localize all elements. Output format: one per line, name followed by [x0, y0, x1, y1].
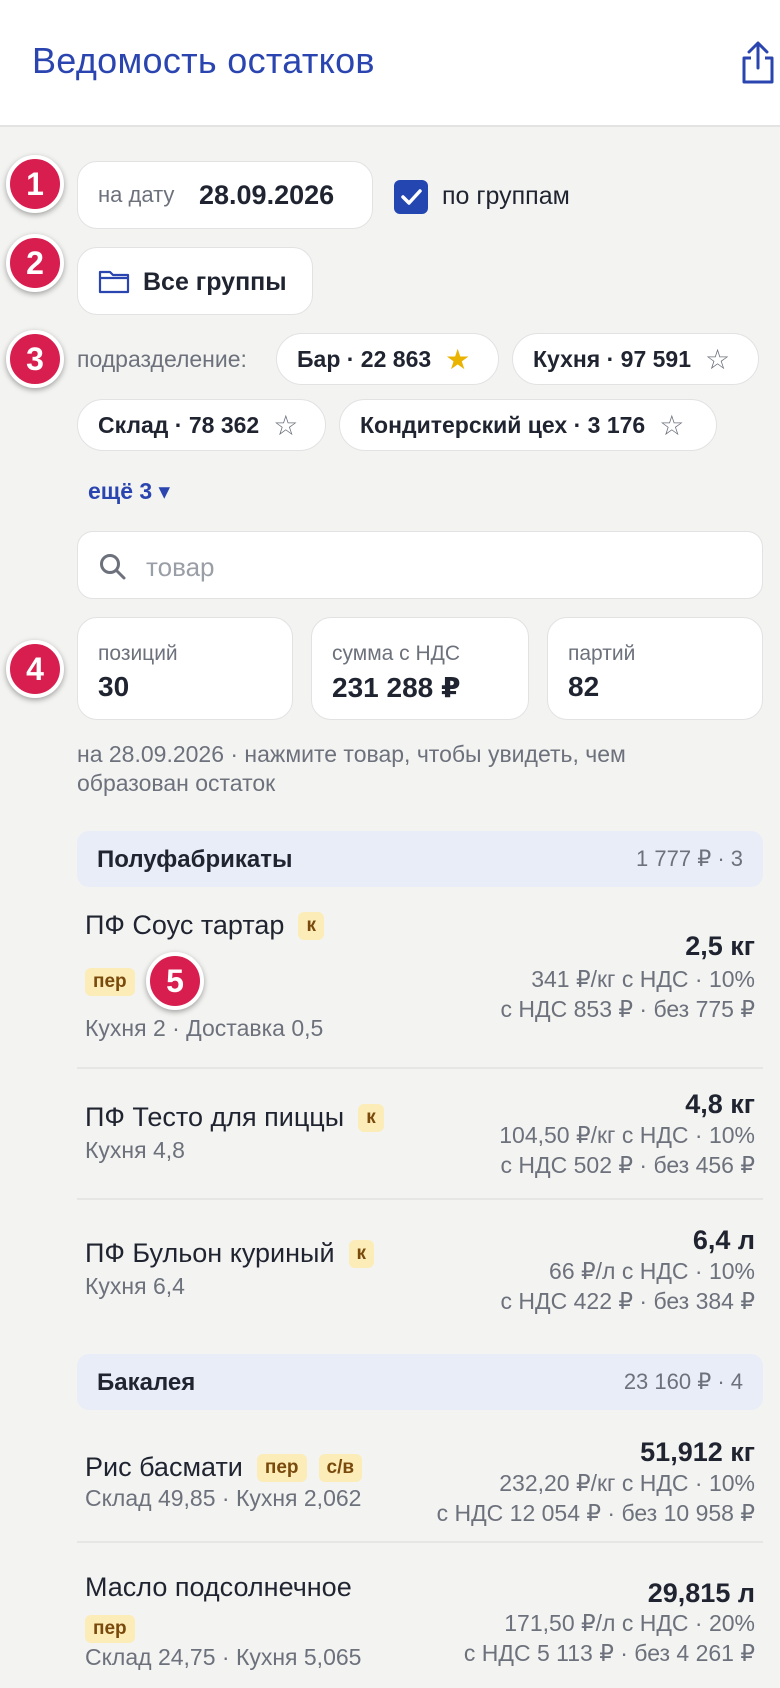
- stat-value: 30: [98, 671, 130, 702]
- item-totals: с НДС 502 ₽ · без 456 ₽: [500, 1152, 755, 1178]
- checkmark-icon: [401, 189, 422, 205]
- group-name: Полуфабрикаты: [97, 846, 293, 873]
- division-label: подразделение:: [77, 346, 247, 372]
- item-location: Склад 49,85 · Кухня 2,062: [85, 1485, 362, 1511]
- by-groups-label: по группам: [442, 182, 570, 210]
- date-value: 28.09.2026: [199, 180, 335, 210]
- group-summary: 1 777 ₽ · 3: [636, 846, 743, 871]
- item-price: 104,50 ₽/кг с НДС · 10%: [499, 1122, 755, 1148]
- item-price: 341 ₽/кг с НДС · 10%: [531, 966, 755, 992]
- stat-card-batches: партий 82: [547, 617, 763, 720]
- date-picker[interactable]: на дату 28.09.2026: [77, 161, 373, 229]
- item-name: Масло подсолнечное: [85, 1572, 352, 1602]
- item-name: ПФ Соус тартар: [85, 910, 285, 940]
- folder-icon: [98, 270, 130, 294]
- annotation-badge-3: 3: [6, 330, 64, 388]
- annotation-badge-5: 5: [146, 952, 204, 1010]
- item-name: Рис басмати: [85, 1452, 243, 1482]
- annotation-badge-2: 2: [6, 234, 64, 292]
- stat-value: 82: [568, 671, 600, 702]
- division-chip-label: Кондитерский цех · 3 176: [360, 411, 646, 438]
- item-location: Кухня 2 · Доставка 0,5: [85, 1015, 324, 1041]
- search-placeholder: товар: [146, 552, 215, 582]
- groups-selector-label: Все группы: [143, 268, 287, 296]
- item-tag: пер: [85, 968, 135, 996]
- item-name-row: Масло подсолнечное: [85, 1572, 352, 1603]
- item-tag: к: [348, 1239, 375, 1268]
- annotation-badge-4: 4: [6, 640, 64, 698]
- item-location: Склад 24,75 · Кухня 5,065: [85, 1644, 362, 1670]
- star-outline-icon[interactable]: ☆: [705, 343, 730, 376]
- group-header-semifinished[interactable]: Полуфабрикаты 1 777 ₽ · 3: [77, 831, 763, 887]
- item-totals: с НДС 853 ₽ · без 775 ₽: [500, 996, 755, 1022]
- division-chip-label: Кухня · 97 591: [533, 345, 692, 372]
- divider: [77, 1067, 763, 1069]
- item-tag: к: [358, 1103, 384, 1132]
- item-totals: с НДС 12 054 ₽ · без 10 958 ₽: [436, 1500, 755, 1526]
- item-location: Кухня 4,8: [85, 1137, 185, 1163]
- page-title: Ведомость остатков: [32, 40, 375, 81]
- search-icon: [100, 554, 126, 580]
- item-quantity: 6,4 л: [692, 1225, 755, 1255]
- item-quantity: 4,8 кг: [685, 1089, 755, 1119]
- more-divisions-link[interactable]: ещё 3 ▾: [88, 478, 170, 505]
- item-name: ПФ Бульон куриный: [85, 1238, 335, 1268]
- hint-text-line1: на 28.09.2026 · нажмите товар, чтобы уви…: [77, 741, 626, 767]
- group-name: Бакалея: [97, 1369, 196, 1396]
- division-chip-bar[interactable]: Бар · 22 863 ★: [276, 333, 499, 385]
- groups-selector-button[interactable]: Все группы: [77, 247, 313, 315]
- item-name-row: ПФ Соус тартар к: [85, 910, 324, 941]
- item-tag: пер: [256, 1453, 307, 1482]
- division-chip-confectionery[interactable]: Кондитерский цех · 3 176 ☆: [339, 399, 717, 451]
- item-totals: с НДС 422 ₽ · без 384 ₽: [500, 1288, 755, 1314]
- item-name: ПФ Тесто для пиццы: [85, 1102, 345, 1132]
- app-header: Ведомость остатков: [0, 0, 780, 127]
- item-location: Кухня 6,4: [85, 1273, 185, 1299]
- item-tag: к: [298, 911, 324, 940]
- share-icon[interactable]: [738, 40, 778, 86]
- stat-label: сумма с НДС: [332, 642, 461, 665]
- division-chip-kitchen[interactable]: Кухня · 97 591 ☆: [512, 333, 759, 385]
- item-quantity: 51,912 кг: [640, 1437, 755, 1467]
- item-tag: пер: [85, 1615, 135, 1643]
- item-price: 171,50 ₽/л с НДС · 20%: [504, 1610, 755, 1636]
- date-label: на дату: [98, 182, 175, 207]
- item-tag: с/в: [318, 1453, 363, 1482]
- item-price: 66 ₽/л с НДС · 10%: [549, 1258, 755, 1284]
- star-outline-icon[interactable]: ☆: [273, 409, 298, 442]
- stat-value: 231 288 ₽: [332, 672, 461, 703]
- stat-label: партий: [568, 642, 636, 665]
- stat-label: позиций: [98, 642, 178, 665]
- stat-card-sum: сумма с НДС 231 288 ₽: [311, 617, 529, 720]
- stat-card-positions: позиций 30: [77, 617, 293, 720]
- star-filled-icon[interactable]: ★: [445, 343, 470, 376]
- star-outline-icon[interactable]: ☆: [659, 409, 684, 442]
- division-chip-label: Склад · 78 362: [98, 411, 260, 438]
- by-groups-checkbox[interactable]: [394, 180, 428, 214]
- search-field[interactable]: товар: [77, 531, 763, 599]
- item-quantity: 2,5 кг: [685, 931, 755, 961]
- division-chip-label: Бар · 22 863: [297, 345, 432, 372]
- item-name-row: Рис басмати пер с/в: [85, 1452, 363, 1483]
- item-quantity: 29,815 л: [647, 1578, 755, 1608]
- item-name-row: ПФ Бульон куриный к: [85, 1238, 375, 1269]
- item-price: 232,20 ₽/кг с НДС · 10%: [499, 1470, 755, 1496]
- divider: [77, 1541, 763, 1543]
- group-header-grocery[interactable]: Бакалея 23 160 ₽ · 4: [77, 1354, 763, 1410]
- division-chip-warehouse[interactable]: Склад · 78 362 ☆: [77, 399, 326, 451]
- divider: [77, 1198, 763, 1200]
- item-name-row: ПФ Тесто для пиццы к: [85, 1102, 384, 1133]
- hint-text-line2: образован остаток: [77, 770, 276, 796]
- item-totals: с НДС 5 113 ₽ · без 4 261 ₽: [463, 1640, 755, 1666]
- annotation-badge-1: 1: [6, 155, 64, 213]
- group-summary: 23 160 ₽ · 4: [623, 1369, 743, 1394]
